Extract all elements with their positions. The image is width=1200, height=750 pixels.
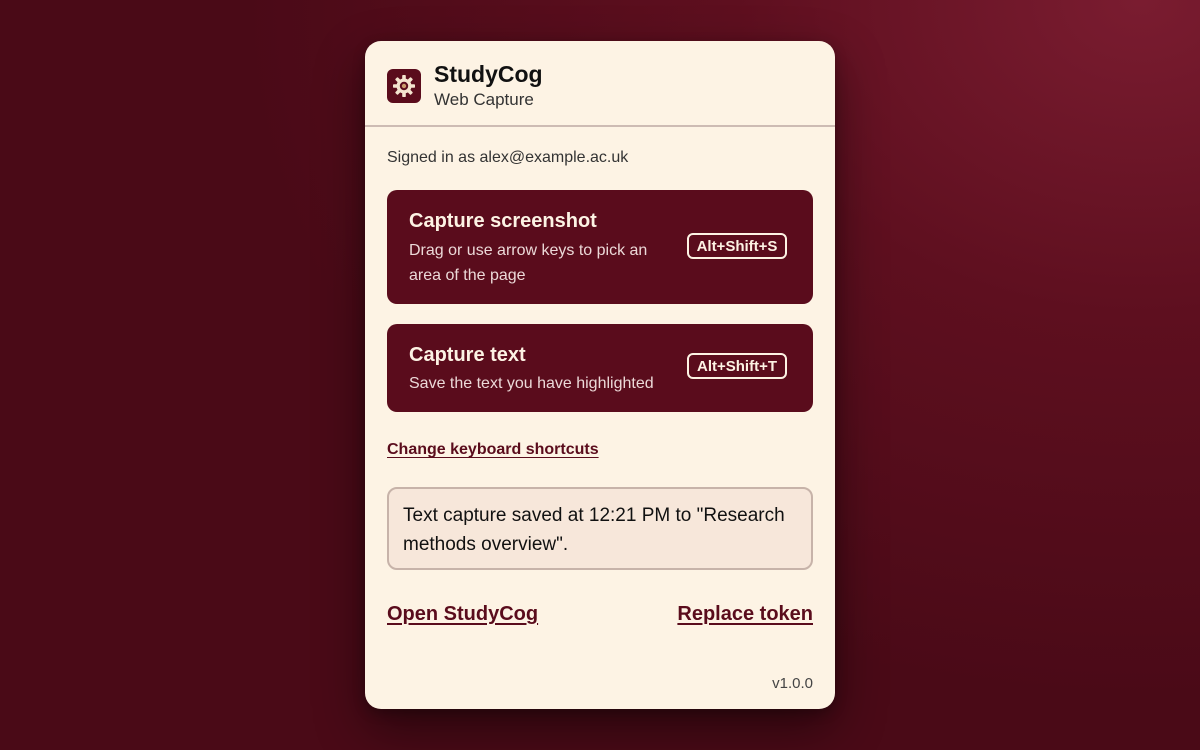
capture-text-shortcut-badge: Alt+Shift+T	[687, 353, 787, 379]
capture-text-description: Save the text you have highlighted	[409, 375, 654, 392]
gear-cog-icon	[387, 69, 421, 103]
change-keyboard-shortcuts-link[interactable]: Change keyboard shortcuts	[387, 441, 599, 459]
capture-text-button[interactable]: Capture text Save the text you have high…	[387, 324, 813, 412]
version-label: v1.0.0	[772, 675, 813, 692]
open-studycog-link[interactable]: Open StudyCog	[387, 603, 538, 626]
app-subtitle: Web Capture	[434, 90, 534, 109]
capture-popup: StudyCog Web Capture Signed in as alex@e…	[365, 41, 835, 709]
status-message: Text capture saved at 12:21 PM to "Resea…	[387, 487, 813, 570]
capture-screenshot-description: Drag or use arrow keys to pick an area o…	[409, 242, 648, 284]
app-name: StudyCog	[434, 61, 543, 87]
popup-header: StudyCog Web Capture	[365, 41, 835, 127]
signed-in-status: Signed in as alex@example.ac.uk	[387, 149, 629, 166]
replace-token-link[interactable]: Replace token	[677, 603, 813, 626]
capture-screenshot-title: Capture screenshot	[409, 210, 597, 232]
capture-text-title: Capture text	[409, 344, 526, 366]
capture-screenshot-button[interactable]: Capture screenshot Drag or use arrow key…	[387, 190, 813, 304]
capture-screenshot-shortcut-badge: Alt+Shift+S	[687, 233, 787, 259]
